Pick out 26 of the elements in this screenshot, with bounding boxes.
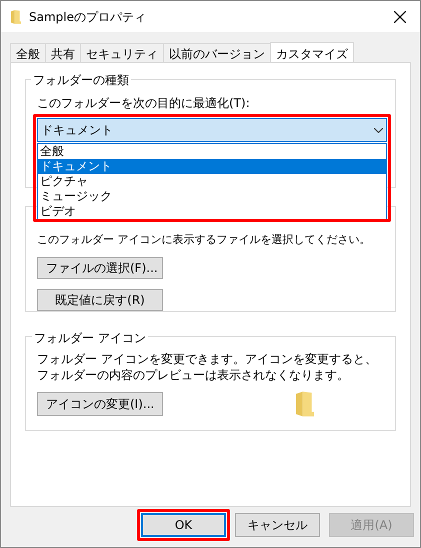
tab[interactable]: 共有 bbox=[45, 43, 81, 62]
chevron-down-icon bbox=[374, 128, 383, 132]
tab[interactable]: 以前のバージョン bbox=[163, 43, 271, 62]
dropdown-option[interactable]: ミュージック bbox=[38, 189, 386, 204]
tab[interactable]: カスタマイズ bbox=[270, 42, 354, 63]
dropdown-option[interactable]: ピクチャ bbox=[38, 174, 386, 189]
change-icon-button[interactable]: アイコンの変更(I)... bbox=[37, 392, 163, 416]
tab[interactable]: セキュリティ bbox=[80, 43, 164, 62]
group-title: フォルダー アイコン bbox=[32, 329, 148, 347]
instruction-text: このフォルダー アイコンに表示するファイルを選択してください。 bbox=[37, 232, 370, 248]
dropdown-option[interactable]: 全般 bbox=[38, 144, 386, 159]
field-label: このフォルダーを次の目的に最適化(T): bbox=[37, 95, 251, 112]
dialog-button[interactable]: キャンセル bbox=[235, 513, 320, 537]
group-title: フォルダーの種類 bbox=[31, 71, 131, 89]
description-text: フォルダー アイコンを変更できます。アイコンを変更すると、フォルダーの内容のプレビューは表示されなくなります。 bbox=[37, 351, 378, 383]
choose-file-button[interactable]: ファイルの選択(F)... bbox=[37, 256, 163, 279]
folder-icon bbox=[296, 391, 314, 417]
window-title: Sampleのプロパティ bbox=[29, 8, 146, 26]
tab[interactable]: 全般 bbox=[10, 43, 46, 62]
dropdown-option[interactable]: ビデオ bbox=[38, 204, 386, 219]
dropdown-option[interactable]: ドキュメント bbox=[38, 159, 386, 174]
restore-default-button[interactable]: 既定値に戻す(R) bbox=[37, 288, 163, 311]
folder-icon bbox=[11, 10, 21, 24]
close-icon[interactable] bbox=[394, 10, 406, 22]
dialog-button[interactable]: OK bbox=[141, 513, 226, 537]
dropdown[interactable]: ドキュメント bbox=[37, 118, 387, 142]
